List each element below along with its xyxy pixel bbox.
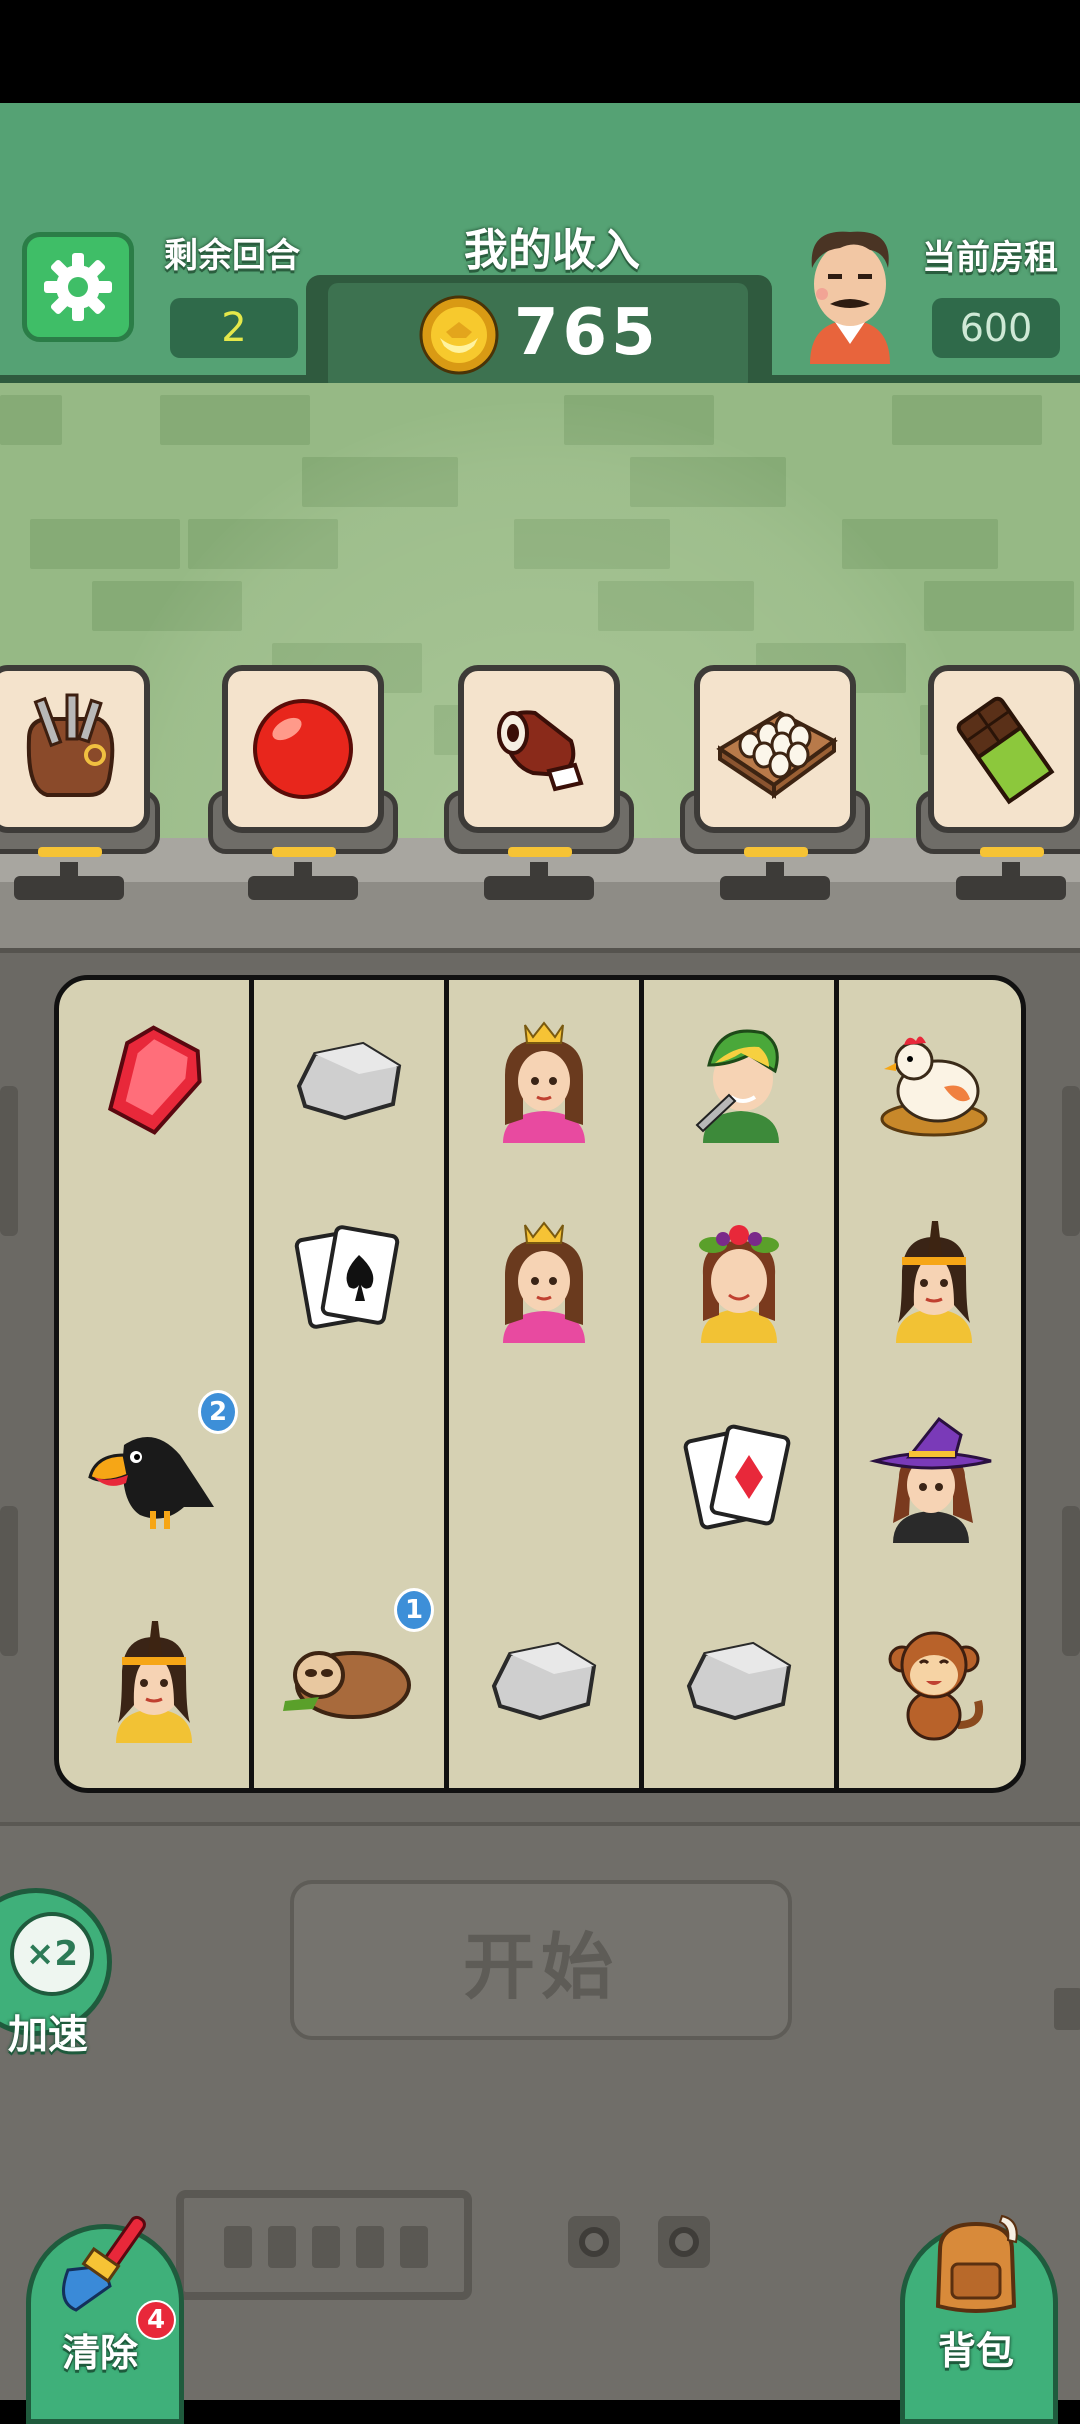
speed-x2-icon[interactable]: ×2 [10,1912,94,1996]
backpack-icon [935,2214,1018,2313]
shelf-item-meat[interactable] [458,665,620,833]
game-screen: 剩余回合 2 我的收入 765 当前房租 600 2 1 开始 ×2 加速 清除… [0,0,1080,2424]
ruby-icon [108,1025,202,1135]
shelf-item-tool-bag[interactable] [0,665,150,833]
princess-icon [503,1221,585,1343]
board-cell[interactable] [644,1180,834,1380]
board-cell[interactable] [449,980,639,1180]
spade-cards-icon [294,1225,400,1329]
gear-icon [44,253,112,321]
backpack-label: 背包 [938,2329,1015,2373]
sloth-count-badge: 1 [394,1588,434,1632]
shelf-item-red-ball[interactable] [222,665,384,833]
vent-slot [400,2226,428,2268]
board-cell[interactable] [59,1580,249,1780]
board-cell[interactable] [644,1580,834,1780]
board-cell[interactable] [839,1180,1021,1380]
settings-button[interactable] [22,232,134,342]
vent-slot [268,2226,296,2268]
board-cell[interactable] [839,980,1021,1180]
remaining-rounds-value: 2 [221,305,247,351]
meat-icon [497,710,584,792]
side-rail-left-top [0,1086,18,1236]
toucan-icon [88,1437,214,1529]
slot-board [54,975,1026,1793]
witch-icon [869,1416,992,1543]
side-rail-right-bottom [1062,1506,1080,1656]
shelf-item-egg-tray[interactable] [694,665,856,833]
income-title: 我的收入 [464,225,640,276]
sloth-icon [283,1651,411,1719]
remaining-rounds-box: 2 [170,298,298,358]
side-rail-right-top [1062,1086,1080,1236]
shelf-item-chocolate[interactable] [928,665,1080,833]
console-knob-right [658,2216,710,2268]
rent-value: 600 [959,306,1033,350]
rent-label: 当前房租 [922,238,1058,278]
rent-box: 600 [932,298,1060,358]
start-button[interactable]: 开始 [290,1880,792,2040]
board-cell[interactable] [644,1380,834,1580]
side-rail-left-bottom [0,1506,18,1656]
income-value: 765 [514,296,660,370]
landlord-avatar-icon [810,231,890,364]
tribal-girl-icon [116,1621,192,1743]
tribal-girl-icon [896,1221,972,1343]
elf-warrior-icon [695,1029,779,1143]
right-slot-deco [1054,1988,1080,2030]
chocolate-icon [956,696,1055,805]
vent-slot [312,2226,340,2268]
clear-label: 清除 [62,2331,139,2375]
rock-icon [296,1041,402,1121]
princess-icon [503,1021,585,1143]
red-ball-icon [253,699,353,799]
egg-tray-icon [716,710,838,799]
rock-icon [491,1641,597,1721]
hen-icon [880,1036,988,1137]
speed-label: 加速 [8,2012,88,2058]
gold-coin-icon [419,295,499,375]
monkey-icon [888,1631,983,1741]
board-cell[interactable] [839,1580,1021,1780]
board-cell[interactable] [449,1180,639,1380]
console-knob-left [568,2216,620,2268]
tool-bag-icon [26,693,115,797]
vent-slot [224,2226,252,2268]
board-cell[interactable] [449,1580,639,1780]
board-cell[interactable] [254,980,444,1180]
lower-divider [0,1822,1080,1826]
board-cell[interactable] [644,980,834,1180]
board-cell[interactable] [839,1380,1021,1580]
diamond-cards-icon [683,1424,791,1530]
clear-count-badge: 4 [136,2300,176,2340]
vent-slot [356,2226,384,2268]
rock-icon [686,1641,792,1721]
toucan-count-badge: 2 [198,1390,238,1434]
remaining-rounds-label: 剩余回合 [164,236,300,276]
fruit-girl-icon [699,1225,779,1343]
board-cell[interactable] [59,980,249,1180]
board-cell[interactable] [254,1180,444,1380]
